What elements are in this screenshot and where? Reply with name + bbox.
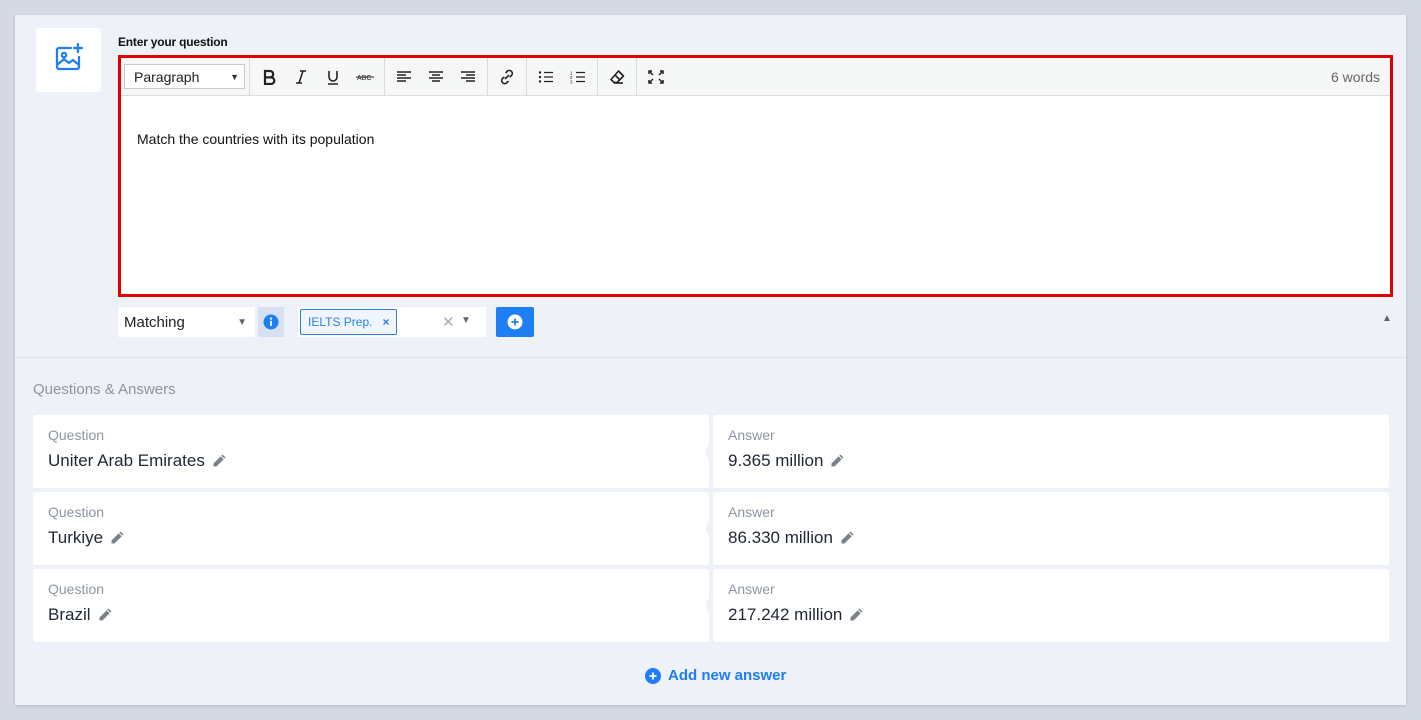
question-settings-row: Matching ▼ IELTS Prep. × ✕ ▼ — [118, 307, 1408, 337]
numbered-list-icon: 123 — [570, 70, 585, 84]
tag-select[interactable]: IELTS Prep. × ✕ ▼ — [298, 307, 486, 337]
question-card: Question Turkiye — [33, 492, 709, 565]
section-divider — [15, 357, 1406, 358]
answer-text: 9.365 million — [728, 451, 824, 470]
add-new-answer-label: Add new answer — [668, 667, 787, 684]
answer-label: Answer — [728, 581, 775, 597]
link-button[interactable] — [491, 62, 523, 92]
add-image-icon — [53, 42, 85, 79]
pencil-icon[interactable] — [848, 607, 864, 623]
alignment-group — [384, 58, 487, 95]
editor-content[interactable]: Match the countries with its population — [137, 131, 374, 147]
link-group — [487, 58, 526, 95]
tag-remove-button[interactable]: × — [382, 315, 389, 329]
underline-button[interactable] — [317, 62, 349, 92]
align-left-icon — [397, 70, 411, 82]
clear-format-group — [597, 58, 636, 95]
qa-row: Question Uniter Arab Emirates Answer 9.3… — [33, 415, 1389, 488]
numbered-list-button[interactable]: 123 — [562, 62, 594, 92]
answer-text: 86.330 million — [728, 528, 833, 547]
question-label: Question — [48, 581, 105, 597]
question-text: Turkiye — [48, 528, 104, 547]
info-icon — [263, 314, 279, 330]
tag-chip-label: IELTS Prep. — [308, 315, 373, 329]
clear-format-button[interactable] — [601, 62, 633, 92]
question-editor-panel: Enter your question Paragraph ▼ ABC 1 2 … — [15, 15, 1406, 705]
add-image-button[interactable] — [36, 28, 101, 92]
caret-down-icon: ▼ — [237, 316, 247, 328]
strikethrough-button[interactable]: ABC — [349, 62, 381, 92]
bold-icon — [263, 69, 276, 85]
clear-format-icon — [610, 69, 625, 84]
answer-card: Answer 217.242 million — [713, 569, 1389, 642]
pencil-icon[interactable] — [97, 607, 113, 623]
align-right-icon — [461, 70, 475, 82]
bullet-list-button[interactable] — [530, 62, 562, 92]
question-label: Question — [48, 504, 105, 520]
strikethrough-icon: ABC — [356, 75, 374, 82]
pencil-icon[interactable] — [829, 453, 845, 469]
question-type-select[interactable]: Matching ▼ — [118, 307, 255, 337]
answer-label: Answer — [728, 427, 775, 443]
underline-icon — [328, 70, 338, 85]
answer-card: Answer 9.365 million — [713, 415, 1389, 488]
svg-text:3: 3 — [570, 79, 573, 84]
plus-circle-icon — [507, 314, 523, 330]
info-button[interactable] — [258, 307, 284, 337]
italic-button[interactable] — [285, 62, 317, 92]
pencil-icon[interactable] — [211, 453, 227, 469]
question-label: Enter your question — [118, 35, 228, 49]
block-format-select[interactable]: Paragraph ▼ — [124, 64, 245, 89]
question-text: Uniter Arab Emirates — [48, 451, 205, 470]
question-card: Question Brazil — [33, 569, 709, 642]
align-center-icon — [429, 70, 443, 82]
question-card: Question Uniter Arab Emirates — [33, 415, 709, 488]
fullscreen-group — [636, 58, 675, 95]
caret-down-icon: ▼ — [230, 71, 239, 82]
question-text: Brazil — [48, 605, 91, 624]
align-right-button[interactable] — [452, 62, 484, 92]
answer-label: Answer — [728, 504, 775, 520]
question-label: Question — [48, 427, 105, 443]
italic-icon — [296, 69, 306, 84]
block-format-value: Paragraph — [134, 68, 200, 85]
pencil-icon[interactable] — [839, 530, 855, 546]
fullscreen-button[interactable] — [640, 62, 672, 92]
plus-circle-icon — [645, 667, 661, 684]
editor-toolbar: Paragraph ▼ ABC 1 2 3 6 words — [121, 58, 1390, 96]
clear-icon[interactable]: ✕ — [442, 313, 455, 331]
svg-text:ABC: ABC — [357, 75, 371, 82]
rich-text-editor[interactable]: Paragraph ▼ ABC 1 2 3 6 words Match the … — [118, 55, 1393, 297]
bold-button[interactable] — [253, 62, 285, 92]
qa-section-title: Questions & Answers — [33, 381, 176, 398]
answer-text: 217.242 million — [728, 605, 843, 624]
align-left-button[interactable] — [388, 62, 420, 92]
qa-row: Question Turkiye Answer 86.330 million — [33, 492, 1389, 565]
caret-down-icon[interactable]: ▼ — [461, 315, 471, 326]
list-group: 123 — [526, 58, 597, 95]
add-tag-button[interactable] — [496, 307, 534, 337]
bullet-list-icon — [538, 70, 553, 83]
answer-card: Answer 86.330 million — [713, 492, 1389, 565]
question-type-value: Matching — [124, 313, 185, 331]
align-center-button[interactable] — [420, 62, 452, 92]
add-new-answer-button[interactable]: Add new answer — [645, 667, 786, 684]
link-icon — [500, 69, 514, 84]
text-style-group: ABC — [249, 58, 384, 95]
fullscreen-icon — [648, 69, 664, 84]
chevron-up-icon[interactable]: ▲ — [1382, 313, 1392, 324]
tag-chip: IELTS Prep. × — [300, 309, 397, 335]
word-count: 6 words — [1330, 69, 1380, 85]
qa-row: Question Brazil Answer 217.242 million — [33, 569, 1389, 642]
pencil-icon[interactable] — [109, 530, 125, 546]
